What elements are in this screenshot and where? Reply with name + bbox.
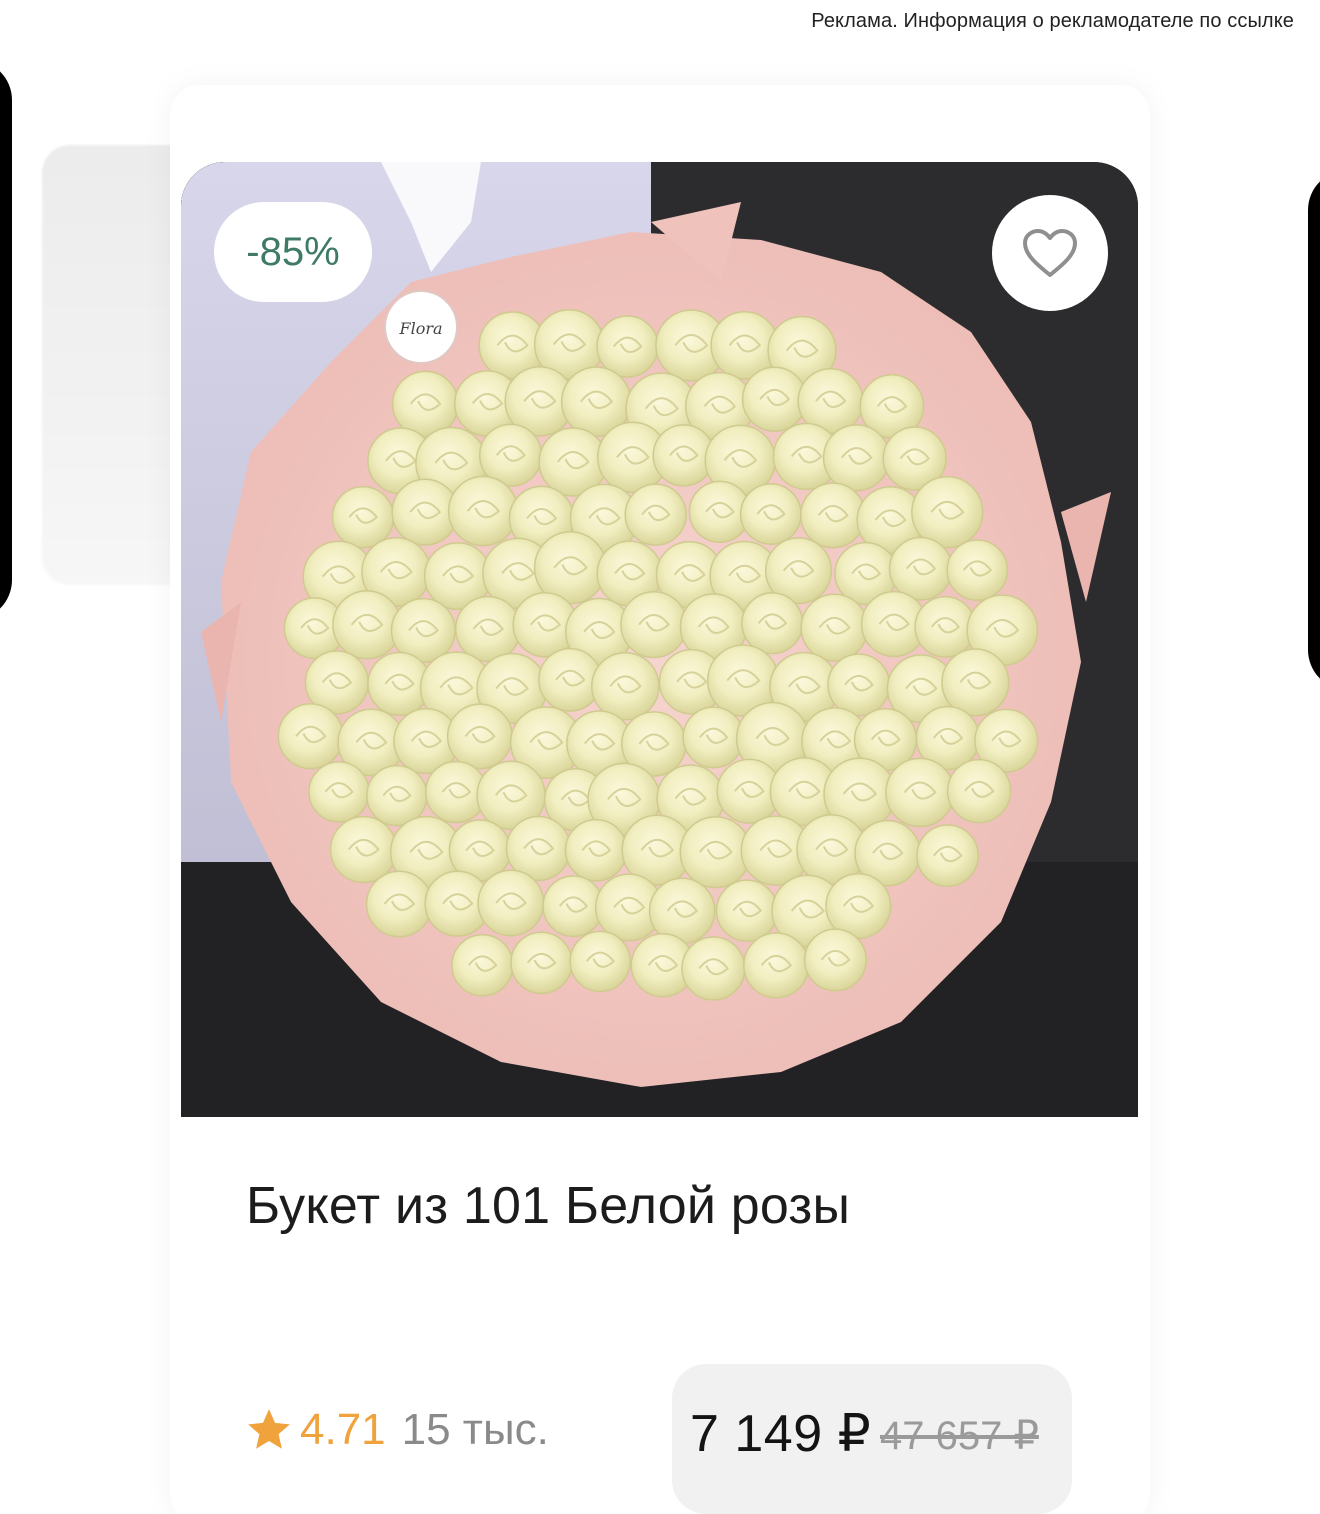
product-image[interactable]: Flora [181, 162, 1138, 1117]
heart-outline-icon [1023, 229, 1077, 277]
reviews-count: 15 тыс. [401, 1405, 549, 1454]
favorite-button[interactable] [992, 195, 1108, 311]
ad-disclaimer-link[interactable]: Реклама. Информация о рекламодателе по с… [811, 10, 1294, 33]
rating-block: 4.71 15 тыс. [244, 1405, 549, 1455]
discount-badge: -85% [214, 202, 372, 302]
svg-text:Flora: Flora [398, 319, 442, 338]
page: Реклама. Информация о рекламодателе по с… [0, 0, 1320, 1514]
price-old: 47 657 ₽ [880, 1414, 1039, 1458]
rating-score: 4.71 [300, 1405, 386, 1454]
star-icon [248, 1409, 290, 1449]
product-title[interactable]: Букет из 101 Белой розы [246, 1176, 850, 1236]
price-current: 7 149 ₽ [690, 1405, 872, 1463]
neighbor-card[interactable] [42, 145, 182, 585]
photo-edge-left [0, 60, 12, 620]
bouquet-image: Flora [181, 162, 1138, 1117]
photo-edge-right [1308, 170, 1320, 690]
